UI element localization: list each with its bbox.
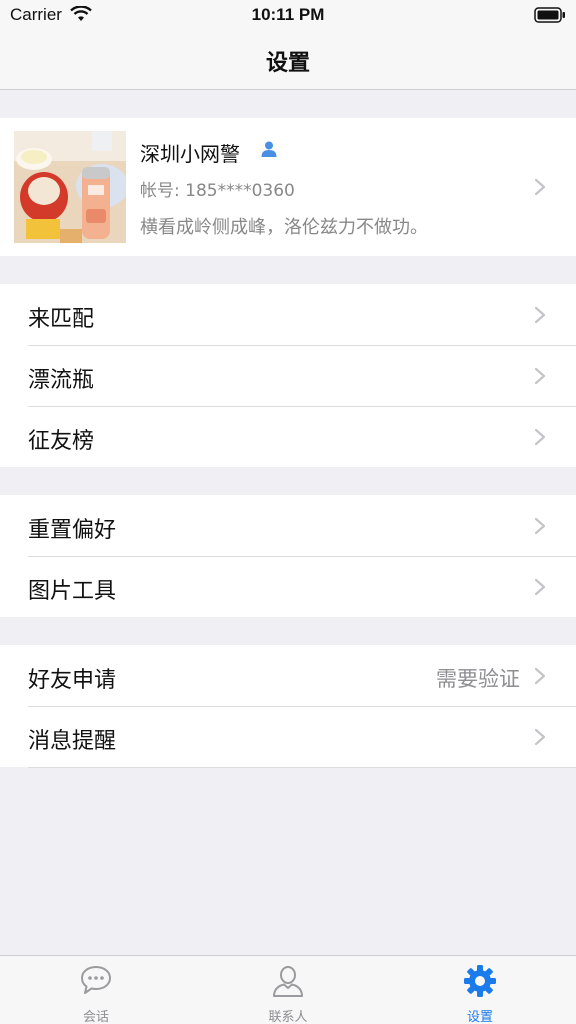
row-drift-bottle[interactable]: 漂流瓶 (0, 345, 576, 406)
navigation-bar: 设置 (0, 30, 576, 90)
profile-account: 帐号: 185****0360 (140, 181, 295, 201)
tab-label: 设置 (466, 1010, 493, 1024)
status-bar: Carrier 10:11 PM (0, 0, 576, 30)
chevron-right-icon (534, 428, 546, 446)
row-label: 来匹配 (28, 307, 95, 332)
profile-card[interactable]: 深圳小网警 帐号: 185****0360 横看成岭侧成峰，洛伦兹力不做功。 (0, 118, 576, 256)
gear-icon (464, 965, 496, 997)
row-friend-ranking[interactable]: 征友榜 (0, 406, 576, 467)
row-label: 图片工具 (28, 579, 117, 604)
tab-label: 会话 (82, 1010, 109, 1024)
profile-name: 深圳小网警 (140, 142, 240, 166)
avatar (14, 131, 126, 243)
chevron-right-icon (534, 517, 546, 535)
chevron-right-icon (534, 728, 546, 746)
row-friend-request[interactable]: 好友申请 需要验证 (0, 645, 576, 706)
tab-settings[interactable]: 设置 (384, 956, 576, 1024)
chevron-right-icon (534, 667, 546, 685)
row-image-tools[interactable]: 图片工具 (0, 556, 576, 617)
page-title: 设置 (265, 51, 310, 76)
profile-signature: 横看成岭侧成峰，洛伦兹力不做功。 (140, 217, 428, 238)
chevron-right-icon (534, 178, 546, 196)
battery-icon (534, 7, 565, 23)
row-label: 漂流瓶 (28, 368, 95, 393)
settings-group-privacy: 好友申请 需要验证 消息提醒 (0, 645, 576, 767)
tab-chats[interactable]: 会话 (0, 956, 192, 1024)
row-label: 消息提醒 (28, 729, 117, 754)
tab-bar: 会话 联系人 设置 (0, 955, 576, 1024)
tab-label: 联系人 (268, 1010, 308, 1024)
tab-contacts[interactable]: 联系人 (192, 956, 384, 1024)
row-message-notifications[interactable]: 消息提醒 (0, 706, 576, 767)
status-time: 10:11 PM (251, 5, 325, 24)
row-value: 需要验证 (436, 667, 520, 691)
row-match[interactable]: 来匹配 (0, 284, 576, 345)
chevron-right-icon (534, 306, 546, 324)
chat-bubble-icon (81, 966, 111, 994)
row-label: 好友申请 (28, 668, 117, 693)
row-label: 重置偏好 (28, 518, 117, 543)
person-icon (273, 966, 303, 997)
divider (28, 767, 576, 768)
settings-group-discover: 来匹配 漂流瓶 征友榜 (0, 284, 576, 467)
chevron-right-icon (534, 578, 546, 596)
chevron-right-icon (534, 367, 546, 385)
row-label: 征友榜 (28, 429, 95, 454)
row-reset-preferences[interactable]: 重置偏好 (0, 495, 576, 556)
user-icon (261, 141, 277, 157)
settings-group-tools: 重置偏好 图片工具 (0, 495, 576, 617)
